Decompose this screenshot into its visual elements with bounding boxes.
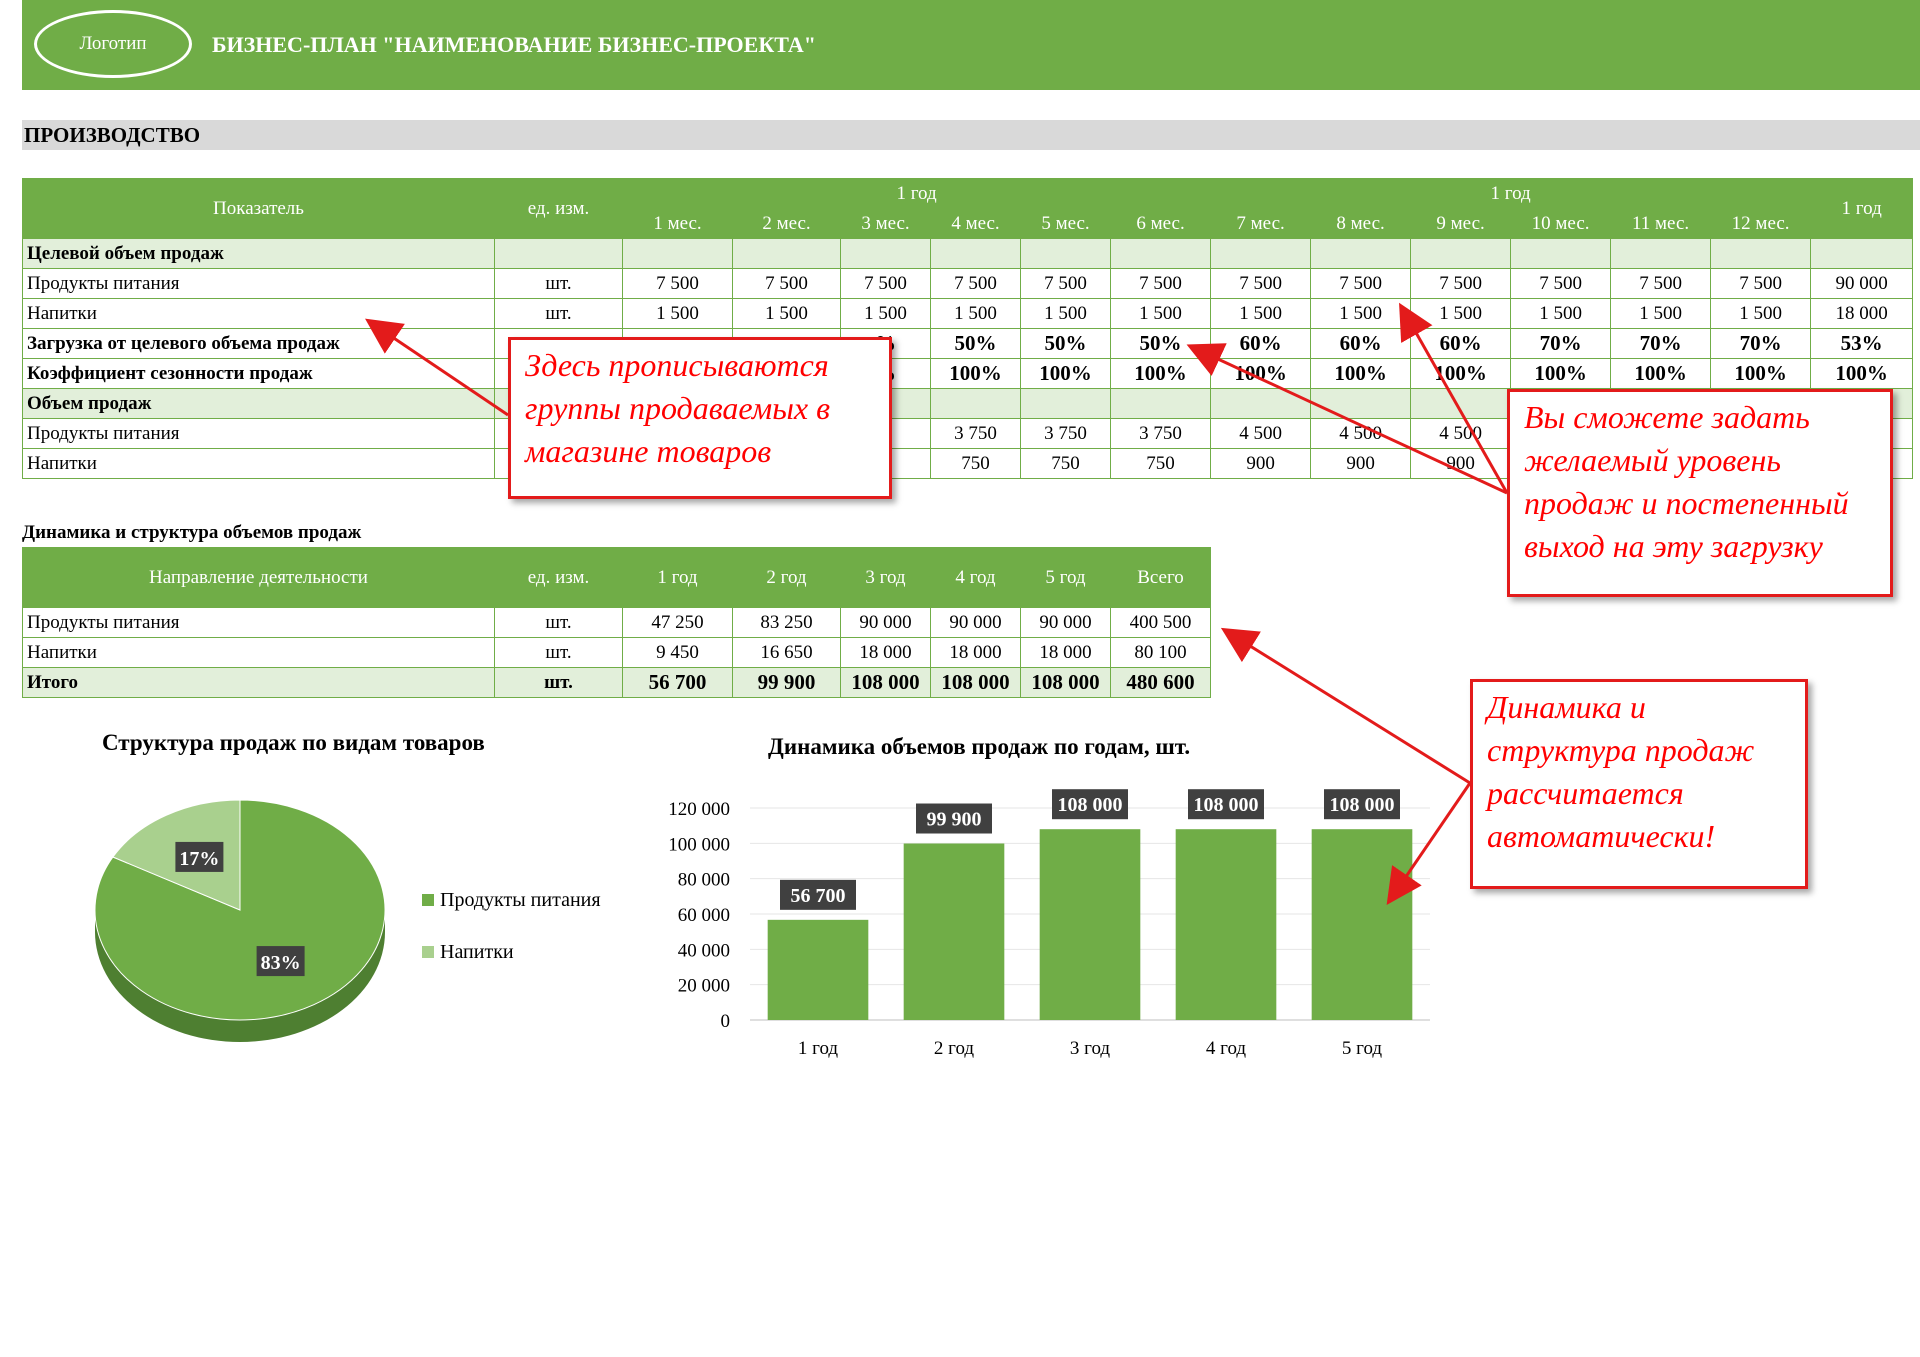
annotation-arrows <box>365 302 1509 905</box>
arrow-to-month-values <box>1399 302 1509 494</box>
arrow-to-bar-chart <box>1386 782 1472 905</box>
arrow-to-load-values <box>1186 343 1508 495</box>
arrow-to-dynamics-table <box>1220 627 1471 785</box>
arrow-to-load-row <box>365 318 509 417</box>
